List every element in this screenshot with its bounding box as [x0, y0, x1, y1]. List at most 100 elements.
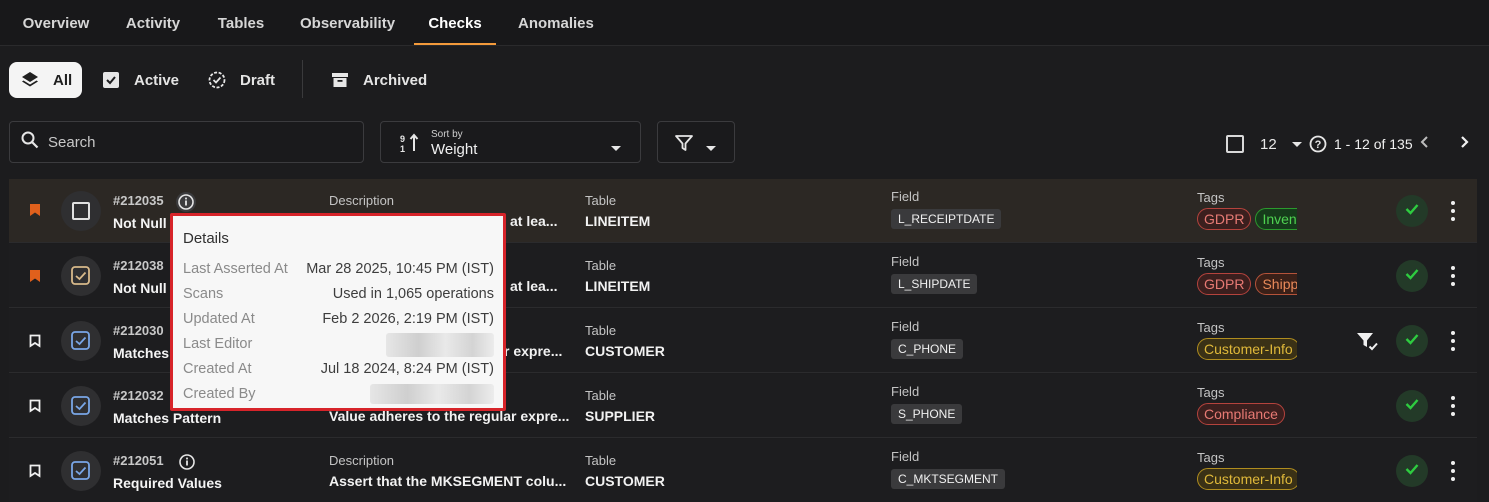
active-check-icon[interactable]: [61, 321, 101, 361]
more-options-icon[interactable]: [1449, 201, 1457, 221]
filter-draft-button[interactable]: Draft: [206, 62, 275, 98]
detail-key: Created At: [183, 361, 252, 377]
prev-page-button[interactable]: [1419, 130, 1431, 158]
bookmark-filled-icon[interactable]: [29, 269, 41, 288]
status-ok-button[interactable]: [1396, 390, 1428, 422]
field-chip[interactable]: L_RECEIPTDATE: [891, 209, 1002, 229]
filter-icon: [674, 133, 694, 158]
tag-badge[interactable]: Inventory: [1255, 208, 1297, 230]
more-options-icon[interactable]: [1449, 331, 1457, 351]
check-id: #212038: [113, 258, 164, 273]
check-name[interactable]: Matches: [113, 345, 169, 361]
filter-draft-label: Draft: [240, 71, 276, 89]
field-label: Field: [891, 449, 920, 464]
check-name[interactable]: Matches Pattern: [113, 410, 221, 426]
bookmark-filled-icon[interactable]: [29, 203, 41, 222]
select-all-checkbox[interactable]: [1226, 130, 1244, 158]
layers-icon: [19, 69, 41, 91]
tag-badge[interactable]: Compliance: [1197, 403, 1285, 425]
row-checkbox[interactable]: [61, 191, 101, 231]
tags-list: GDPRShipping: [1197, 273, 1297, 297]
field-chip[interactable]: C_MKTSEGMENT: [891, 469, 1006, 489]
checkmark-icon: [1405, 332, 1419, 350]
sort-select[interactable]: 91 Sort by Weight: [380, 121, 641, 163]
tag-badge[interactable]: GDPR: [1197, 208, 1252, 230]
table-value[interactable]: SUPPLIER: [585, 408, 655, 424]
search-box[interactable]: [9, 121, 364, 163]
check-name[interactable]: Not Null: [113, 215, 167, 231]
status-ok-button[interactable]: [1396, 195, 1428, 227]
archive-icon: [329, 69, 351, 91]
search-input[interactable]: [48, 133, 338, 151]
filter-all-button[interactable]: All: [9, 62, 82, 98]
tab-observability[interactable]: Observability: [300, 0, 395, 46]
info-icon[interactable]: [176, 451, 198, 478]
field-label: Field: [891, 254, 920, 269]
table-row[interactable]: #212051 Required Values Description Asse…: [9, 439, 1477, 502]
per-page-value: 12: [1260, 135, 1277, 153]
tags-list: GDPRInventory: [1197, 208, 1297, 232]
tab-tables[interactable]: Tables: [216, 0, 266, 46]
detail-key: Updated At: [183, 311, 255, 327]
filter-button[interactable]: [657, 121, 735, 163]
table-value[interactable]: CUSTOMER: [585, 473, 665, 489]
tag-badge[interactable]: Shipping: [1255, 273, 1297, 295]
table-value[interactable]: CUSTOMER: [585, 343, 665, 359]
description-label: Description: [329, 453, 395, 468]
more-options-icon[interactable]: [1449, 461, 1457, 481]
check-name[interactable]: Required Values: [113, 475, 222, 491]
active-check-icon[interactable]: [61, 386, 101, 426]
bookmark-outline-icon[interactable]: [29, 464, 41, 483]
filter-active-button[interactable]: Active: [100, 62, 179, 98]
tag-badge[interactable]: Customer-Info: [1197, 468, 1297, 490]
field-label: Field: [891, 319, 920, 334]
help-icon[interactable]: ?: [1309, 130, 1327, 158]
field-chip[interactable]: S_PHONE: [891, 404, 963, 424]
more-options-icon[interactable]: [1449, 266, 1457, 286]
svg-text:1: 1: [400, 144, 405, 154]
chevron-down-icon: [1291, 136, 1303, 153]
checkmark-icon: [1405, 267, 1419, 285]
detail-value: Jul 18 2024, 8:24 PM (IST): [320, 361, 494, 377]
per-page-select[interactable]: 12: [1260, 130, 1303, 158]
status-ok-button[interactable]: [1396, 455, 1428, 487]
detail-value: Feb 2 2026, 2:19 PM (IST): [322, 311, 494, 327]
checkmark-icon: [1405, 462, 1419, 480]
tag-badge[interactable]: Customer-Info: [1197, 338, 1297, 360]
check-name[interactable]: Not Null: [113, 280, 167, 296]
detail-row-created-by: Created By: [183, 384, 494, 404]
filter-archived-button[interactable]: Archived: [329, 62, 427, 98]
chevron-left-icon: [1419, 135, 1431, 154]
table-value[interactable]: LINEITEM: [585, 213, 650, 229]
tab-overview[interactable]: Overview: [22, 0, 90, 46]
table-value[interactable]: LINEITEM: [585, 278, 650, 294]
chevron-down-icon: [705, 140, 717, 158]
next-page-button[interactable]: [1458, 130, 1470, 158]
bookmark-outline-icon[interactable]: [29, 334, 41, 353]
tags-label: Tags: [1197, 190, 1225, 205]
detail-row-created-at: Created At Jul 18 2024, 8:24 PM (IST): [183, 361, 494, 381]
more-options-icon[interactable]: [1449, 396, 1457, 416]
tab-checks[interactable]: Checks: [414, 0, 496, 46]
tags-list: Customer-Info: [1197, 468, 1297, 492]
field-label: Field: [891, 189, 920, 204]
tags-label: Tags: [1197, 320, 1225, 335]
tags-label: Tags: [1197, 255, 1225, 270]
detail-row-updated-at: Updated At Feb 2 2026, 2:19 PM (IST): [183, 311, 494, 331]
active-check-icon[interactable]: [61, 451, 101, 491]
chevron-right-icon: [1458, 135, 1470, 154]
tab-activity[interactable]: Activity: [124, 0, 182, 46]
draft-badge-icon: [206, 69, 228, 91]
tag-badge[interactable]: GDPR: [1197, 273, 1252, 295]
status-ok-button[interactable]: [1396, 260, 1428, 292]
tab-anomalies[interactable]: Anomalies: [518, 0, 594, 46]
status-ok-button[interactable]: [1396, 325, 1428, 357]
check-id: #212030: [113, 323, 164, 338]
checkmark-icon: [1405, 202, 1419, 220]
bookmark-outline-icon[interactable]: [29, 399, 41, 418]
draft-check-icon[interactable]: [61, 256, 101, 296]
field-chip[interactable]: L_SHIPDATE: [891, 274, 978, 294]
filter-applied-icon[interactable]: [1356, 331, 1380, 358]
table-label: Table: [585, 388, 617, 403]
field-chip[interactable]: C_PHONE: [891, 339, 964, 359]
